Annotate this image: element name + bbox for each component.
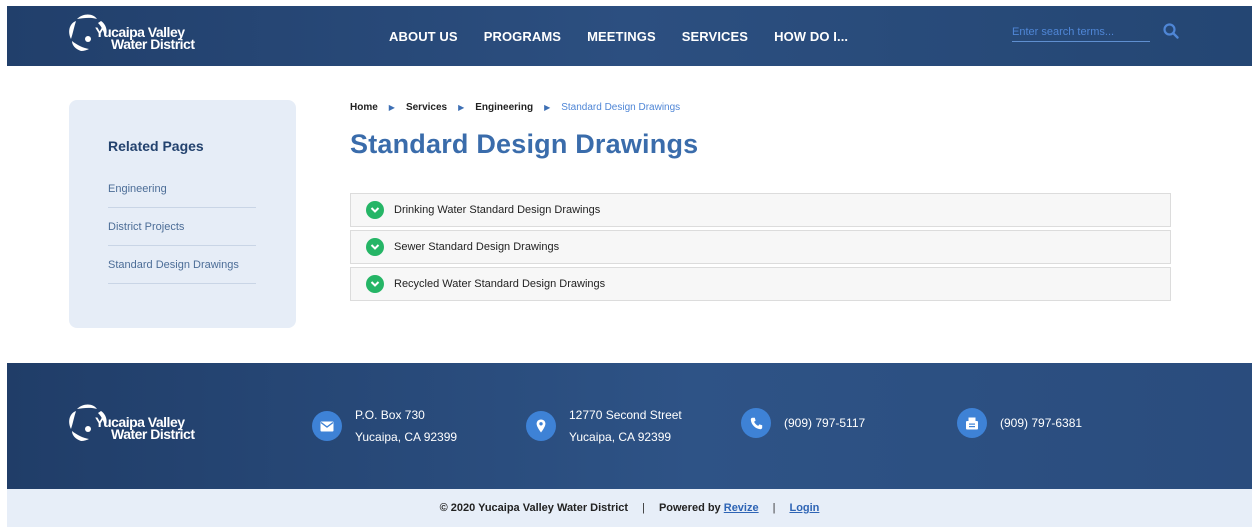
nav-about-us[interactable]: ABOUT US [389, 29, 458, 44]
site-header: Yucaipa Valley Water District ABOUT US P… [7, 6, 1252, 66]
breadcrumb-separator-icon: ▶ [544, 103, 551, 112]
site-logo[interactable]: Yucaipa Valley Water District [67, 11, 227, 61]
sidebar-link[interactable]: District Projects [108, 221, 184, 233]
site-footer: Yucaipa Valley Water District P.O. Box 7… [7, 363, 1252, 489]
accordion-label: Recycled Water Standard Design Drawings [394, 278, 606, 290]
revize-link[interactable]: Revize [724, 502, 759, 514]
powered-by-text: Powered by [658, 502, 721, 514]
breadcrumb-services[interactable]: Services [406, 102, 447, 113]
sidebar-link[interactable]: Standard Design Drawings [108, 259, 239, 271]
sidebar-title: Related Pages [108, 138, 204, 154]
search-icon[interactable] [1162, 22, 1180, 40]
page-title: Standard Design Drawings [350, 129, 699, 159]
sidebar-item-district-projects: District Projects [108, 208, 256, 246]
drawings-accordion: Drinking Water Standard Design Drawings … [350, 193, 1171, 304]
breadcrumb-current: Standard Design Drawings [561, 102, 681, 113]
accordion-item-drinking-water[interactable]: Drinking Water Standard Design Drawings [350, 193, 1171, 227]
accordion-item-sewer[interactable]: Sewer Standard Design Drawings [350, 230, 1171, 264]
phone-icon [741, 408, 771, 438]
breadcrumb: Home ▶ Services ▶ Engineering ▶ Standard… [350, 102, 680, 113]
related-pages-sidebar: Related Pages Engineering District Proje… [69, 100, 296, 328]
mail-line1: P.O. Box 730 [355, 408, 425, 422]
phone-number[interactable]: (909) 797-5117 [784, 412, 865, 434]
main-nav: ABOUT US PROGRAMS MEETINGS SERVICES HOW … [389, 6, 874, 66]
copyright-text: © 2020 Yucaipa Valley Water District [439, 502, 629, 514]
chevron-down-icon [366, 238, 384, 256]
accordion-label: Sewer Standard Design Drawings [394, 241, 560, 253]
nav-how-do-i[interactable]: HOW DO I... [774, 29, 848, 44]
sidebar-item-engineering: Engineering [108, 170, 256, 208]
fax-number: (909) 797-6381 [1000, 416, 1083, 430]
footer-logo[interactable]: Yucaipa Valley Water District [67, 401, 227, 451]
sidebar-link[interactable]: Engineering [108, 183, 167, 195]
fax-icon [957, 408, 987, 438]
footer-street-address: 12770 Second Street Yucaipa, CA 92399 [526, 404, 682, 448]
nav-programs[interactable]: PROGRAMS [484, 29, 561, 44]
map-pin-icon [526, 411, 556, 441]
login-link[interactable]: Login [789, 502, 819, 514]
envelope-icon [312, 411, 342, 441]
nav-services[interactable]: SERVICES [682, 29, 748, 44]
footer-mailing-address: P.O. Box 730 Yucaipa, CA 92399 [312, 404, 457, 448]
address-line2: Yucaipa, CA 92399 [569, 430, 672, 444]
sidebar-item-standard-design-drawings: Standard Design Drawings [108, 246, 256, 284]
search-input[interactable] [1012, 22, 1150, 42]
footer-phone: (909) 797-5117 [741, 408, 865, 438]
divider: | [772, 502, 776, 514]
breadcrumb-engineering[interactable]: Engineering [475, 102, 533, 113]
copyright-bar: © 2020 Yucaipa Valley Water District | P… [7, 489, 1252, 527]
logo-text-line2: Water District [111, 36, 195, 52]
chevron-down-icon [366, 275, 384, 293]
logo-text-line2: Water District [111, 426, 195, 442]
breadcrumb-separator-icon: ▶ [388, 103, 395, 112]
divider: | [642, 502, 645, 514]
related-pages-list: Engineering District Projects Standard D… [108, 170, 256, 284]
accordion-label: Drinking Water Standard Design Drawings [394, 204, 601, 216]
breadcrumb-home[interactable]: Home [350, 102, 378, 113]
accordion-item-recycled-water[interactable]: Recycled Water Standard Design Drawings [350, 267, 1171, 301]
nav-meetings[interactable]: MEETINGS [587, 29, 656, 44]
search-box [1012, 22, 1182, 46]
chevron-down-icon [366, 201, 384, 219]
footer-fax: (909) 797-6381 [957, 408, 1082, 438]
mail-line2: Yucaipa, CA 92399 [355, 430, 458, 444]
address-line1: 12770 Second Street [569, 408, 682, 422]
breadcrumb-separator-icon: ▶ [458, 103, 465, 112]
